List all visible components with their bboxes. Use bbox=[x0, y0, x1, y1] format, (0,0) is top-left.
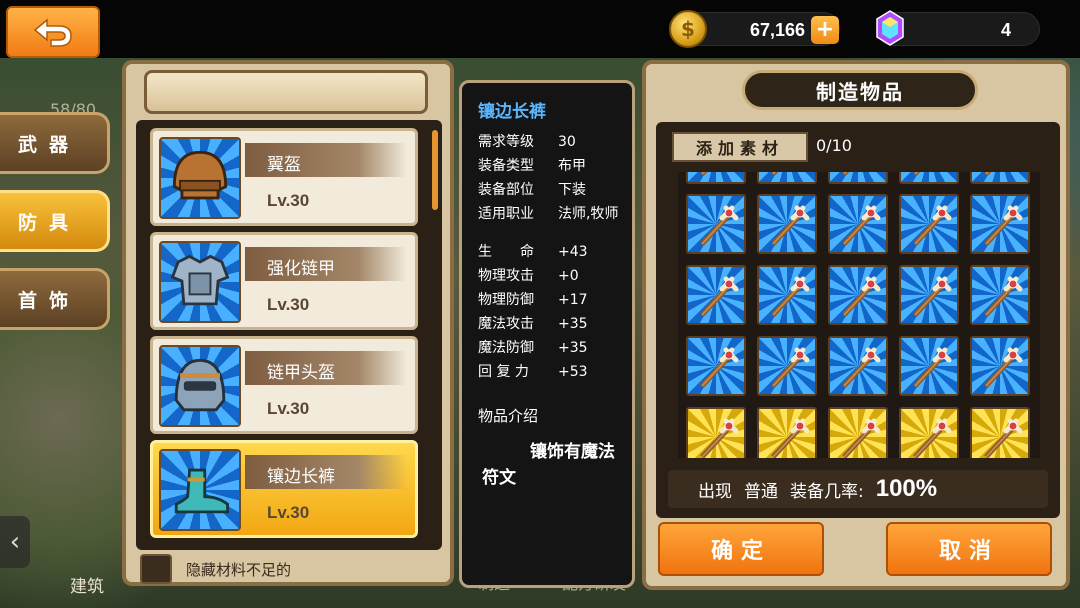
item-name-bar: 链甲头盔 bbox=[245, 351, 407, 385]
result-item-mace-icon[interactable] bbox=[686, 172, 746, 184]
rate-value: 100% bbox=[875, 475, 938, 502]
gem-counter: 4 bbox=[876, 10, 1040, 46]
tab-weapons-label: 武器 bbox=[18, 133, 81, 156]
collapse-arrow-button[interactable]: ‹ bbox=[0, 516, 30, 568]
detail-stat-row: 魔法攻击 +35 bbox=[478, 316, 588, 332]
result-item-mace-icon[interactable] bbox=[970, 172, 1030, 184]
detail-info-row: 适用职业 法师,牧师 bbox=[478, 206, 619, 222]
material-count: 0/10 bbox=[816, 136, 852, 155]
result-item-mace-icon[interactable] bbox=[828, 172, 888, 184]
add-material-button[interactable]: 添加素材 bbox=[672, 132, 808, 162]
list-item[interactable]: 翼盔 Lv.30 bbox=[150, 128, 418, 226]
list-item[interactable]: 链甲头盔 Lv.30 bbox=[150, 336, 418, 434]
item-name-bar: 镶边长裤 bbox=[245, 455, 407, 489]
detail-stat-row: 回 复 力 +53 bbox=[478, 364, 588, 380]
result-item-mace-icon[interactable] bbox=[899, 194, 959, 254]
result-item-mace-icon[interactable] bbox=[757, 407, 817, 458]
gold-counter: $ 67,166 + bbox=[669, 10, 840, 48]
craft-inner: 添加素材 0/10 出现 普通 装备几率: 100% bbox=[656, 122, 1060, 518]
result-item-mace-icon[interactable] bbox=[686, 265, 746, 325]
result-item-mace-icon[interactable] bbox=[757, 194, 817, 254]
tab-accessories[interactable]: 首饰 bbox=[0, 268, 110, 330]
item-name: 强化链甲 bbox=[267, 259, 335, 279]
tab-armor[interactable]: 防具 bbox=[0, 190, 110, 252]
detail-stat-row: 生 命 +43 bbox=[478, 244, 588, 260]
result-item-mace-icon[interactable] bbox=[970, 336, 1030, 396]
chain-armor-icon bbox=[159, 241, 241, 323]
detail-info-row: 需求等级 30 bbox=[478, 134, 576, 150]
result-item-mace-icon[interactable] bbox=[686, 336, 746, 396]
craft-title: 制造物品 bbox=[816, 79, 904, 104]
craft-panel: 制造物品 添加素材 0/10 出现 普通 装备几率: 100% 确定 取消 bbox=[642, 60, 1070, 590]
list-item-selected[interactable]: 镶边长裤 Lv.30 bbox=[150, 440, 418, 538]
result-item-mace-icon[interactable] bbox=[970, 407, 1030, 458]
rate-label: 装备几率: bbox=[790, 481, 864, 502]
tab-weapons[interactable]: 武器 bbox=[0, 112, 110, 174]
result-item-mace-icon[interactable] bbox=[970, 194, 1030, 254]
detail-stat-row: 物理攻击 +0 bbox=[478, 268, 579, 284]
tab-armor-label: 防具 bbox=[18, 211, 81, 234]
item-name: 镶边长裤 bbox=[267, 467, 335, 487]
result-item-mace-icon[interactable] bbox=[970, 265, 1030, 325]
hide-insufficient-label: 隐藏材料不足的 bbox=[186, 561, 292, 579]
result-item-mace-icon[interactable] bbox=[757, 265, 817, 325]
bg-build-label: 建筑 bbox=[70, 577, 104, 597]
item-name: 翼盔 bbox=[267, 155, 301, 175]
confirm-button[interactable]: 确定 bbox=[658, 522, 824, 576]
item-name-bar: 强化链甲 bbox=[245, 247, 407, 281]
item-level: Lv.30 bbox=[267, 399, 310, 418]
detail-info-row: 装备类型 布甲 bbox=[478, 158, 586, 174]
detail-title: 镶边长裤 bbox=[478, 102, 546, 122]
cancel-button[interactable]: 取消 bbox=[886, 522, 1052, 576]
rate-prefix: 出现 bbox=[698, 481, 732, 502]
tab-accessories-label: 首饰 bbox=[18, 289, 81, 312]
list-item[interactable]: 强化链甲 Lv.30 bbox=[150, 232, 418, 330]
item-list-header bbox=[144, 70, 428, 114]
boots-icon bbox=[159, 449, 241, 531]
detail-info-row: 装备部位 下装 bbox=[478, 182, 586, 198]
item-list: 翼盔 Lv.30 强化链甲 Lv.30 链甲头盔 Lv.30 镶边长裤 Lv.3… bbox=[136, 120, 442, 550]
gem-value: 4 bbox=[1000, 20, 1011, 40]
result-grid[interactable] bbox=[678, 172, 1040, 458]
item-list-scrollbar[interactable] bbox=[432, 130, 438, 210]
gold-value: 67,166 bbox=[749, 20, 805, 40]
result-item-mace-icon[interactable] bbox=[899, 265, 959, 325]
item-level: Lv.30 bbox=[267, 503, 310, 522]
result-item-mace-icon[interactable] bbox=[899, 172, 959, 184]
item-detail-panel: 镶边长裤 需求等级 30 装备类型 布甲 装备部位 下装 适用职业 法师,牧师 生 命 +… bbox=[459, 80, 635, 588]
result-item-mace-icon[interactable] bbox=[686, 194, 746, 254]
gem-icon bbox=[876, 10, 904, 46]
result-item-mace-icon[interactable] bbox=[686, 407, 746, 458]
add-gold-button[interactable]: + bbox=[811, 16, 839, 44]
chain-helmet-icon bbox=[159, 345, 241, 427]
back-button[interactable] bbox=[6, 6, 100, 58]
result-item-mace-icon[interactable] bbox=[828, 194, 888, 254]
hide-insufficient-checkbox[interactable] bbox=[140, 554, 172, 584]
result-item-mace-icon[interactable] bbox=[828, 336, 888, 396]
craft-title-banner: 制造物品 bbox=[742, 70, 978, 110]
detail-desc: 镶饰有魔法符文 bbox=[482, 442, 615, 488]
result-item-mace-icon[interactable] bbox=[828, 407, 888, 458]
item-name-bar: 翼盔 bbox=[245, 143, 407, 177]
back-arrow-icon bbox=[33, 18, 72, 47]
detail-stat-row: 魔法防御 +35 bbox=[478, 340, 588, 356]
result-item-mace-icon[interactable] bbox=[757, 172, 817, 184]
item-level: Lv.30 bbox=[267, 191, 310, 210]
item-level: Lv.30 bbox=[267, 295, 310, 314]
item-list-panel: 翼盔 Lv.30 强化链甲 Lv.30 链甲头盔 Lv.30 镶边长裤 Lv.3… bbox=[122, 60, 454, 586]
detail-stat-row: 物理防御 +17 bbox=[478, 292, 588, 308]
rate-bar: 出现 普通 装备几率: 100% bbox=[668, 470, 1048, 508]
result-item-mace-icon[interactable] bbox=[757, 336, 817, 396]
gold-coin-icon: $ bbox=[669, 10, 707, 48]
rate-quality: 普通 bbox=[744, 481, 778, 502]
winged-helmet-icon bbox=[159, 137, 241, 219]
result-item-mace-icon[interactable] bbox=[828, 265, 888, 325]
top-bar: $ 67,166 + 4 bbox=[0, 0, 1080, 58]
result-item-mace-icon[interactable] bbox=[899, 407, 959, 458]
detail-desc-label: 物品介绍 bbox=[478, 407, 539, 425]
result-item-mace-icon[interactable] bbox=[899, 336, 959, 396]
item-name: 链甲头盔 bbox=[267, 363, 335, 383]
